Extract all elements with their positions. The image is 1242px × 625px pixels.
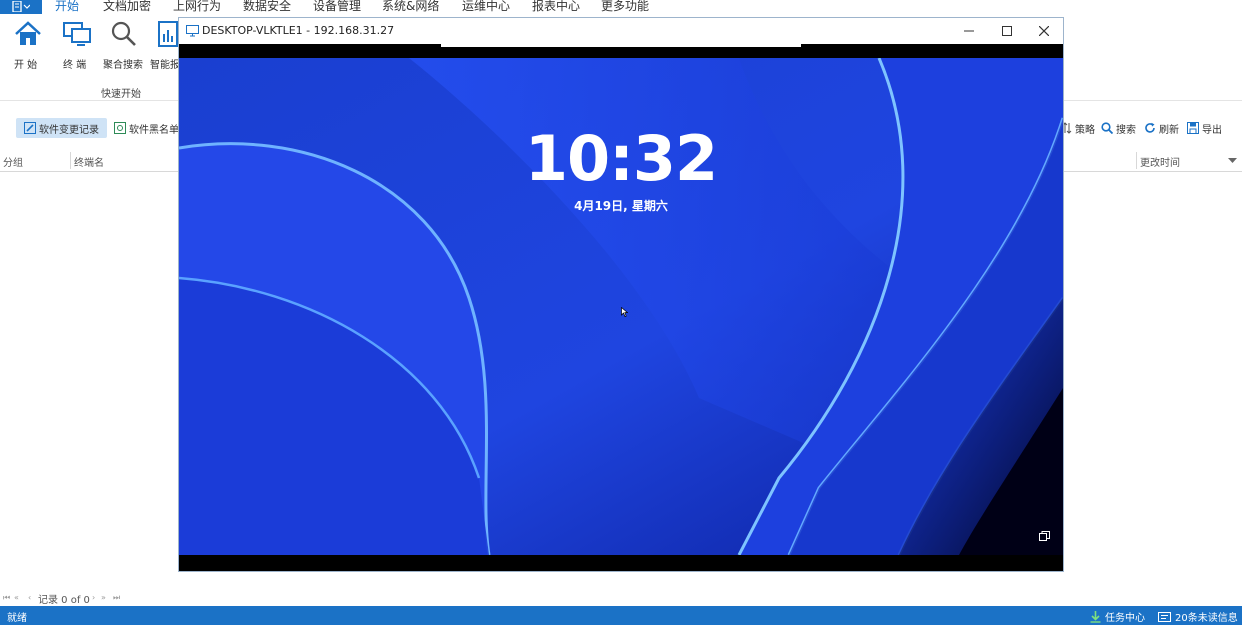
search-icon <box>111 21 136 46</box>
remote-connection-bar[interactable] <box>441 44 801 47</box>
close-button[interactable] <box>1025 18 1063 44</box>
remote-desktop-window[interactable]: DESKTOP-VLKTLE1 - 192.168.31.27 10:32 4月… <box>178 17 1064 572</box>
policy-button[interactable]: 策略 <box>1062 118 1095 138</box>
policy-label: 策略 <box>1075 124 1095 136</box>
minimize-button[interactable] <box>950 18 988 44</box>
message-icon <box>1158 611 1171 622</box>
software-blacklist-icon <box>114 122 126 134</box>
record-count: 记录 0 of 0 <box>38 595 90 606</box>
task-center-label: 任务中心 <box>1105 613 1145 624</box>
export-icon <box>1187 122 1199 134</box>
report-icon <box>158 21 178 47</box>
chevron-down-icon[interactable] <box>1228 158 1237 164</box>
column-separator[interactable] <box>1136 152 1137 169</box>
tab-system-network[interactable]: 系统&网络 <box>382 0 439 14</box>
quick-start-group-label: 快速开始 <box>101 89 141 100</box>
prev-page-group-icon[interactable]: « <box>14 593 19 602</box>
next-page-icon[interactable]: › <box>92 593 95 602</box>
tab-more-features[interactable]: 更多功能 <box>601 0 649 14</box>
app-menu-button[interactable] <box>0 0 42 14</box>
minimize-icon <box>964 30 974 32</box>
tab-web-behavior[interactable]: 上网行为 <box>173 0 221 14</box>
terminal-button-label: 终 端 <box>63 60 87 71</box>
home-icon <box>15 21 41 45</box>
lock-screen-date: 4月19日, 星期六 <box>574 199 668 213</box>
column-terminal-name[interactable]: 终端名 <box>74 154 104 169</box>
start-button-label: 开 始 <box>14 60 38 71</box>
unread-messages-button[interactable]: 20条未读信息 <box>1158 609 1238 624</box>
software-change-log-label: 软件变更记录 <box>39 124 99 136</box>
status-text: 就绪 <box>7 613 27 624</box>
export-label: 导出 <box>1202 124 1222 136</box>
prev-page-icon[interactable]: ‹ <box>28 593 31 602</box>
unread-messages-label: 20条未读信息 <box>1175 613 1238 624</box>
search-button[interactable]: 搜索 <box>1101 118 1136 138</box>
tab-device-management[interactable]: 设备管理 <box>313 0 361 14</box>
mouse-cursor-icon <box>621 307 628 317</box>
software-blacklist-button[interactable]: 软件黑名单 <box>114 118 179 138</box>
smart-report-label: 智能报 <box>150 60 180 71</box>
aggregate-search-label: 聚合搜索 <box>103 60 143 71</box>
task-center-button[interactable]: 任务中心 <box>1090 609 1145 624</box>
monitor-icon <box>63 22 91 46</box>
accessibility-icon[interactable] <box>1039 531 1050 541</box>
last-page-icon[interactable]: ⏭ <box>113 593 120 603</box>
maximize-icon <box>1002 26 1012 36</box>
tab-start[interactable]: 开始 <box>55 0 80 17</box>
tab-data-security[interactable]: 数据安全 <box>243 0 291 14</box>
tab-ops-center[interactable]: 运维中心 <box>462 0 510 14</box>
column-change-time[interactable]: 更改时间 <box>1140 154 1180 169</box>
software-change-icon <box>24 122 36 134</box>
status-bar: 就绪 任务中心 20条未读信息 <box>0 606 1242 625</box>
refresh-label: 刷新 <box>1159 124 1179 136</box>
export-button[interactable]: 导出 <box>1187 118 1222 138</box>
document-menu-icon <box>12 1 30 12</box>
refresh-icon <box>1145 122 1155 133</box>
search-icon <box>1101 122 1113 134</box>
refresh-button[interactable]: 刷新 <box>1144 118 1179 138</box>
lock-screen-clock: 10:32 <box>524 122 718 195</box>
column-group[interactable]: 分组 <box>3 154 23 169</box>
remote-window-titlebar[interactable]: DESKTOP-VLKTLE1 - 192.168.31.27 <box>179 18 1063 44</box>
column-separator[interactable] <box>70 152 71 169</box>
software-change-log-button[interactable]: 软件变更记录 <box>16 118 107 138</box>
close-icon <box>1039 26 1049 36</box>
software-blacklist-label: 软件黑名单 <box>129 124 179 136</box>
tab-doc-encryption[interactable]: 文档加密 <box>103 0 151 14</box>
download-icon <box>1090 610 1101 623</box>
monitor-icon <box>186 25 199 37</box>
remote-window-title: DESKTOP-VLKTLE1 - 192.168.31.27 <box>202 24 395 37</box>
first-page-icon[interactable]: ⏮ <box>3 593 10 603</box>
menu-bar: 开始 文档加密 上网行为 数据安全 设备管理 系统&网络 运维中心 报表中心 更… <box>0 0 1242 17</box>
remote-lock-screen[interactable]: 10:32 4月19日, 星期六 <box>179 58 1063 555</box>
next-page-group-icon[interactable]: » <box>101 593 106 602</box>
maximize-button[interactable] <box>988 18 1026 44</box>
tab-report-center[interactable]: 报表中心 <box>532 0 580 14</box>
search-label: 搜索 <box>1116 124 1136 136</box>
